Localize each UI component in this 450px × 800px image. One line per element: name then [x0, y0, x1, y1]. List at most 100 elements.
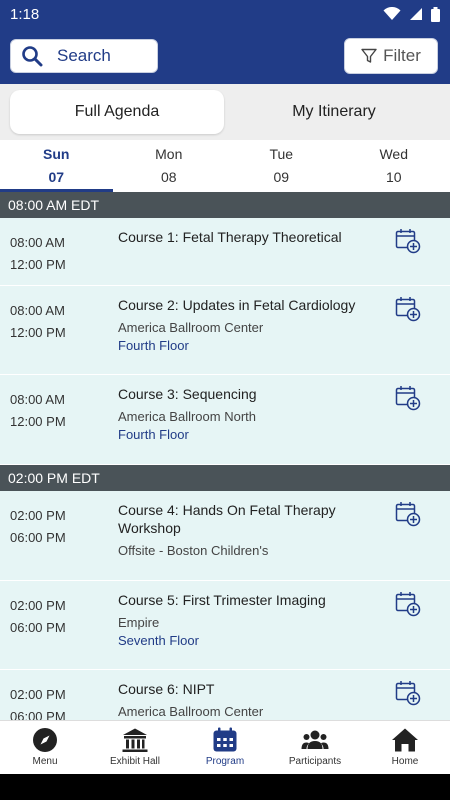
- session-end: 12:00 PM: [10, 257, 66, 272]
- day-tab-tue[interactable]: Tue 09: [225, 140, 338, 192]
- session-info: Course 2: Updates in Fetal Cardiology Am…: [118, 296, 368, 353]
- tab-label: Program: [205, 756, 245, 767]
- system-icons: [383, 6, 440, 22]
- session-title: Course 2: Updates in Fetal Cardiology: [118, 297, 356, 313]
- tab-label: Menu: [32, 756, 58, 767]
- session-location: Empire: [118, 615, 160, 630]
- people-icon: [301, 730, 329, 749]
- session-title: Course 1: Fetal Therapy Theoretical: [118, 229, 342, 245]
- session-row[interactable]: 08:00 AM 12:00 PM Course 3: Sequencing A…: [0, 375, 450, 465]
- session-title: Course 4: Hands On Fetal Therapy Worksho…: [118, 502, 336, 536]
- search-button[interactable]: Search: [10, 39, 158, 73]
- day-tab-mon[interactable]: Mon 08: [113, 140, 226, 192]
- segment-full-agenda[interactable]: Full Agenda: [10, 90, 224, 134]
- day-date: 10: [385, 169, 402, 185]
- session-row[interactable]: 08:00 AM 12:00 PM Course 1: Fetal Therap…: [0, 218, 450, 286]
- add-to-itinerary-button[interactable]: [395, 591, 421, 622]
- session-times: 08:00 AM 12:00 PM: [10, 389, 66, 433]
- status-bar: 1:18: [0, 0, 450, 28]
- day-date: 09: [273, 169, 290, 185]
- session-info: Course 1: Fetal Therapy Theoretical: [118, 228, 368, 246]
- session-row[interactable]: 08:00 AM 12:00 PM Course 2: Updates in F…: [0, 286, 450, 375]
- session-info: Course 3: Sequencing America Ballroom No…: [118, 385, 368, 442]
- session-row[interactable]: 02:00 PM 06:00 PM Course 5: First Trimes…: [0, 581, 450, 670]
- app-screen: 1:18 Search Filter Full Agenda My Itiner…: [0, 0, 450, 800]
- session-times: 08:00 AM 12:00 PM: [10, 300, 66, 344]
- filter-icon: [361, 48, 377, 63]
- signal-icon: [410, 8, 422, 20]
- day-name: Wed: [379, 146, 409, 162]
- day-tab-wed[interactable]: Wed 10: [338, 140, 450, 192]
- session-start: 02:00 PM: [10, 598, 66, 613]
- calendar-add-icon: [395, 592, 421, 617]
- home-icon: [392, 728, 418, 752]
- session-floor-link[interactable]: Fourth Floor: [118, 338, 368, 353]
- day-date: 07: [48, 169, 65, 185]
- session-location: Offsite - Boston Children's: [118, 543, 269, 558]
- wifi-icon: [383, 7, 401, 20]
- add-to-itinerary-button[interactable]: [395, 228, 421, 259]
- session-start: 02:00 PM: [10, 508, 66, 523]
- calendar-add-icon: [395, 502, 421, 527]
- time-group-header: 08:00 AM EDT: [0, 192, 450, 218]
- session-end: 06:00 PM: [10, 709, 66, 720]
- filter-label: Filter: [383, 46, 421, 65]
- session-times: 02:00 PM 06:00 PM: [10, 595, 66, 639]
- session-end: 06:00 PM: [10, 530, 66, 545]
- session-floor-link[interactable]: Seventh Floor: [118, 633, 368, 648]
- time-group-header: 02:00 PM EDT: [0, 465, 450, 491]
- filter-button[interactable]: Filter: [344, 38, 438, 74]
- bottom-tab-bar: Menu Exhibit Hall Program Participants H…: [0, 720, 450, 774]
- add-to-itinerary-button[interactable]: [395, 296, 421, 327]
- tab-menu[interactable]: Menu: [0, 721, 90, 774]
- calendar-add-icon: [395, 386, 421, 411]
- session-location: America Ballroom Center: [118, 704, 264, 719]
- add-to-itinerary-button[interactable]: [395, 385, 421, 416]
- session-title: Course 6: NIPT: [118, 681, 215, 697]
- top-bar: Search Filter: [0, 28, 450, 84]
- session-floor-link[interactable]: Fourth Floor: [118, 427, 368, 442]
- tab-exhibit-hall[interactable]: Exhibit Hall: [90, 721, 180, 774]
- building-icon: [122, 728, 148, 752]
- session-info: Course 5: First Trimester Imaging Empire…: [118, 591, 368, 648]
- day-selector: Sun 07 Mon 08 Tue 09 Wed 10: [0, 140, 450, 192]
- tab-participants[interactable]: Participants: [270, 721, 360, 774]
- agenda-segment-control: Full Agenda My Itinerary: [0, 84, 450, 140]
- tab-label: Participants: [288, 756, 342, 767]
- session-info: Course 6: NIPT America Ballroom Center: [118, 680, 368, 719]
- session-end: 12:00 PM: [10, 325, 66, 340]
- add-to-itinerary-button[interactable]: [395, 501, 421, 532]
- battery-icon: [431, 6, 440, 22]
- session-start: 02:00 PM: [10, 687, 66, 702]
- day-name: Sun: [43, 146, 70, 162]
- day-name: Tue: [269, 146, 294, 162]
- calendar-add-icon: [395, 229, 421, 254]
- calendar-add-icon: [395, 681, 421, 706]
- session-times: 02:00 PM 06:00 PM: [10, 505, 66, 549]
- session-start: 08:00 AM: [10, 235, 65, 250]
- day-date: 08: [160, 169, 177, 185]
- search-icon: [22, 46, 43, 67]
- day-tab-sun[interactable]: Sun 07: [0, 140, 113, 192]
- tab-home[interactable]: Home: [360, 721, 450, 774]
- session-row[interactable]: 02:00 PM 06:00 PM Course 4: Hands On Fet…: [0, 491, 450, 581]
- segment-my-itinerary[interactable]: My Itinerary: [224, 90, 444, 134]
- session-location: America Ballroom North: [118, 409, 256, 424]
- session-times: 02:00 PM 06:00 PM: [10, 684, 66, 720]
- add-to-itinerary-button[interactable]: [395, 680, 421, 711]
- session-info: Course 4: Hands On Fetal Therapy Worksho…: [118, 501, 368, 558]
- day-name: Mon: [155, 146, 183, 162]
- search-label: Search: [57, 46, 111, 65]
- session-start: 08:00 AM: [10, 392, 65, 407]
- session-end: 12:00 PM: [10, 414, 66, 429]
- session-row[interactable]: 02:00 PM 06:00 PM Course 6: NIPT America…: [0, 670, 450, 720]
- system-navigation-bar: [0, 774, 450, 800]
- session-end: 06:00 PM: [10, 620, 66, 635]
- compass-icon: [33, 728, 57, 752]
- calendar-icon: [213, 727, 237, 752]
- session-location: America Ballroom Center: [118, 320, 264, 335]
- tab-program[interactable]: Program: [180, 721, 270, 774]
- session-list[interactable]: 08:00 AM EDT 08:00 AM 12:00 PM Course 1:…: [0, 192, 450, 720]
- session-start: 08:00 AM: [10, 303, 65, 318]
- status-time: 1:18: [10, 5, 40, 23]
